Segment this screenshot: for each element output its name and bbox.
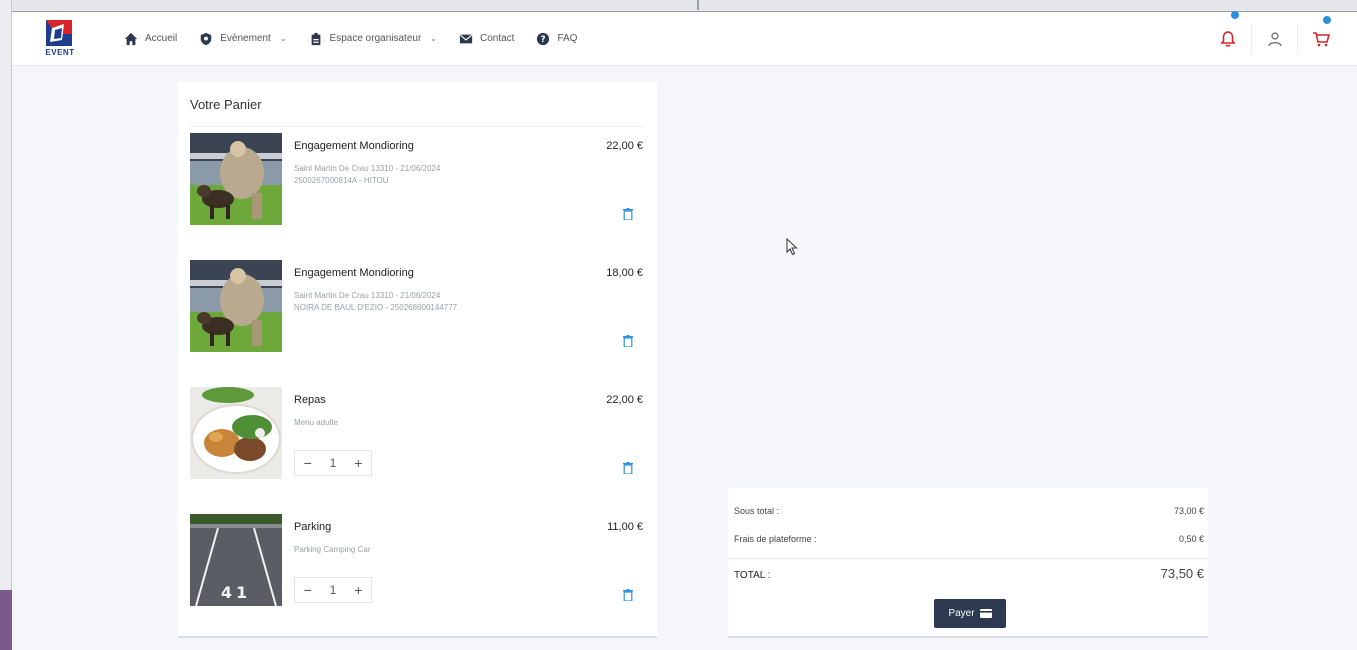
item-description: Saint Martin De Crau 13310 - 21/06/2024 … xyxy=(294,163,524,187)
order-summary: Sous total : 73,00 € Frais de plateforme… xyxy=(728,488,1208,638)
item-desc-line: 2500267000814A - HITOU xyxy=(294,176,389,185)
logo-icon xyxy=(46,19,72,46)
cart-item: Repas 22,00 € Menu adulte − 1 + xyxy=(190,381,645,507)
browser-frame-left xyxy=(0,0,12,650)
dog-training-photo xyxy=(190,133,282,225)
nav-faq[interactable]: ? FAQ xyxy=(536,32,577,46)
pay-button[interactable]: Payer xyxy=(934,599,1006,628)
svg-text:?: ? xyxy=(541,35,546,45)
nav-actions xyxy=(1205,11,1343,66)
parking-photo: 41 xyxy=(190,514,282,606)
quantity-value: 1 xyxy=(329,456,337,470)
frame-accent xyxy=(0,590,12,650)
trash-icon xyxy=(623,335,633,347)
subtotal-row: Sous total : 73,00 € xyxy=(734,506,1204,516)
item-description: Saint Martin De Crau 13310 - 21/06/2024 … xyxy=(294,290,524,314)
notification-badge xyxy=(1231,11,1239,19)
quantity-stepper[interactable]: − 1 + xyxy=(294,450,372,476)
home-icon xyxy=(124,32,138,45)
frame-divider xyxy=(697,0,699,10)
quantity-value: 1 xyxy=(329,583,337,597)
badge-icon xyxy=(311,32,320,45)
mail-icon xyxy=(459,34,473,43)
shield-icon xyxy=(201,32,212,45)
total-value: 73,50 € xyxy=(1160,566,1204,581)
nav-home-label: Accueil xyxy=(145,33,178,44)
item-name: Engagement Mondioring xyxy=(294,140,414,152)
cart-item: 41 Parking 11,00 € Parking Camping Car −… xyxy=(190,508,645,634)
credit-card-icon xyxy=(979,609,992,618)
item-price: 18,00 € xyxy=(606,267,643,279)
item-desc-line: Saint Martin De Crau 13310 - 21/06/2024 xyxy=(294,291,441,300)
nav-contact[interactable]: Contact xyxy=(459,32,514,46)
nav-organizer[interactable]: Espace organisateur ⌄ xyxy=(309,32,437,46)
subtotal-value: 73,00 € xyxy=(1173,506,1204,516)
delete-item-button[interactable] xyxy=(623,335,633,347)
trash-icon xyxy=(623,589,633,601)
increment-button[interactable]: + xyxy=(346,455,371,471)
item-name: Repas xyxy=(294,394,326,406)
dog-training-photo xyxy=(190,260,282,352)
brand-logo[interactable]: EVENT xyxy=(40,18,98,60)
nav-contact-label: Contact xyxy=(479,33,515,44)
mouse-cursor-icon xyxy=(786,238,798,256)
cart-panel: Votre Panier Engagement Mondioring 22,00… xyxy=(178,82,657,638)
nav-event-label: Evènement xyxy=(220,33,271,44)
nav-faq-label: FAQ xyxy=(557,33,578,44)
account-button[interactable] xyxy=(1251,24,1297,54)
item-desc-line: Saint Martin De Crau 13310 - 21/06/2024 xyxy=(294,164,441,173)
meal-photo xyxy=(190,387,282,479)
subtotal-label: Sous total : xyxy=(734,506,780,516)
trash-icon xyxy=(623,208,633,220)
item-description: Parking Camping Car xyxy=(294,544,524,556)
delete-item-button[interactable] xyxy=(623,462,633,474)
cart-button[interactable] xyxy=(1297,16,1343,54)
fees-label: Frais de plateforme : xyxy=(734,534,817,544)
delete-item-button[interactable] xyxy=(623,589,633,601)
bell-icon xyxy=(1220,31,1236,47)
item-desc-line: Parking Camping Car xyxy=(294,545,371,554)
item-name: Engagement Mondioring xyxy=(294,267,414,279)
user-icon xyxy=(1267,32,1282,47)
help-icon: ? xyxy=(537,32,550,45)
nav-event[interactable]: Evènement ⌄ xyxy=(199,32,287,46)
svg-text:41: 41 xyxy=(221,583,251,602)
trash-icon xyxy=(623,462,633,474)
summary-divider xyxy=(728,558,1208,559)
logo-text: EVENT xyxy=(45,47,75,57)
chevron-down-icon: ⌄ xyxy=(279,34,287,43)
cart-item: Engagement Mondioring 18,00 € Saint Mart… xyxy=(190,254,645,380)
notifications-button[interactable] xyxy=(1205,11,1251,66)
cart-title: Votre Panier xyxy=(190,97,262,112)
fees-value: 0,50 € xyxy=(1178,534,1204,544)
delete-item-button[interactable] xyxy=(623,208,633,220)
quantity-stepper[interactable]: − 1 + xyxy=(294,577,372,603)
item-name: Parking xyxy=(294,521,332,533)
pay-button-label: Payer xyxy=(948,608,975,619)
fees-row: Frais de plateforme : 0,50 € xyxy=(734,534,1204,544)
item-desc-line: NOIRA DE BAUL D'EZIO - 250268600144777 xyxy=(294,303,458,312)
main-menu: Accueil Evènement ⌄ Espace organisateur … xyxy=(124,32,577,46)
increment-button[interactable]: + xyxy=(346,582,371,598)
decrement-button[interactable]: − xyxy=(295,455,320,471)
cart-badge xyxy=(1323,16,1331,24)
nav-home[interactable]: Accueil xyxy=(124,32,177,46)
item-price: 11,00 € xyxy=(607,521,643,533)
decrement-button[interactable]: − xyxy=(295,582,320,598)
cart-icon xyxy=(1312,32,1330,47)
browser-frame-top xyxy=(12,0,1357,12)
cart-item: Engagement Mondioring 22,00 € Saint Mart… xyxy=(190,127,645,253)
item-desc-line: Menu adulte xyxy=(294,418,339,427)
total-row: TOTAL : 73,50 € xyxy=(734,566,1204,581)
top-navbar: EVENT Accueil Evènement ⌄ Espace organis… xyxy=(12,11,1357,66)
chevron-down-icon: ⌄ xyxy=(430,34,437,43)
item-price: 22,00 € xyxy=(606,140,643,152)
item-description: Menu adulte xyxy=(294,417,524,429)
item-price: 22,00 € xyxy=(606,394,643,406)
nav-organizer-label: Espace organisateur xyxy=(329,33,422,44)
total-label: TOTAL : xyxy=(734,570,771,581)
